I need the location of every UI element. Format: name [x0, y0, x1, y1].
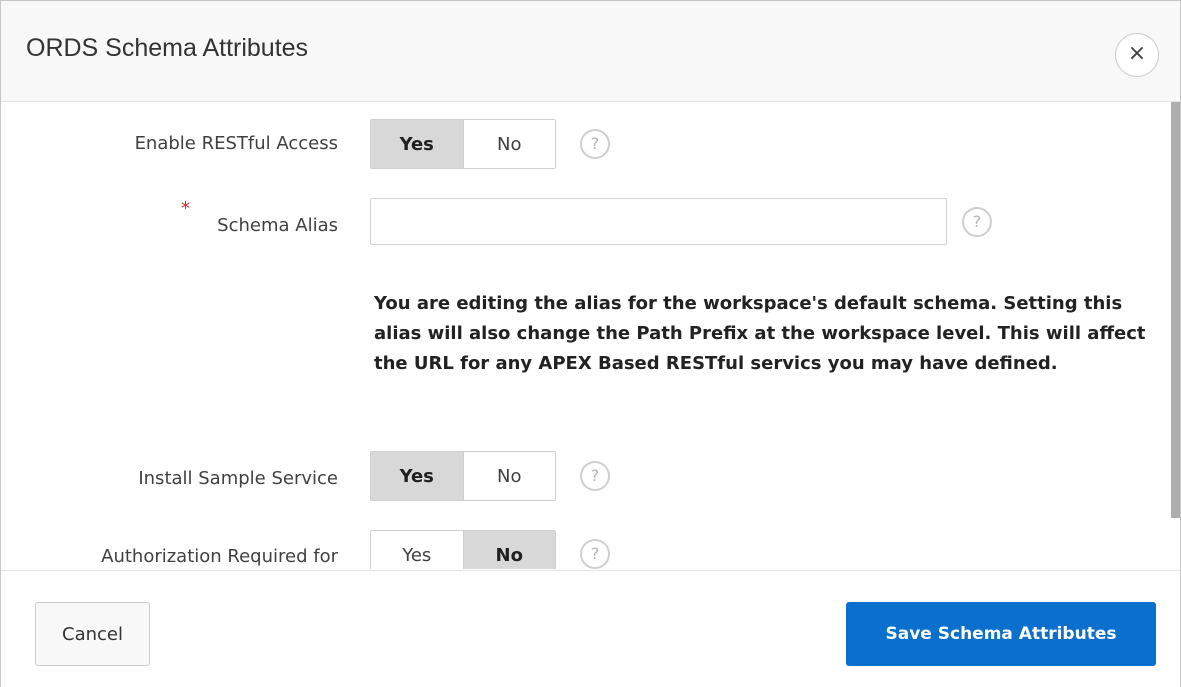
close-icon: ×	[1127, 41, 1147, 66]
enable-restful-access-toggle[interactable]: Yes No	[370, 119, 556, 169]
required-indicator: *	[181, 198, 190, 219]
dialog-footer: Cancel Save Schema Attributes	[1, 570, 1180, 687]
schema-alias-label: Schema Alias	[217, 215, 338, 236]
close-button[interactable]: ×	[1115, 33, 1159, 77]
cancel-button[interactable]: Cancel	[35, 602, 150, 666]
help-icon[interactable]: ?	[962, 207, 992, 237]
help-icon[interactable]: ?	[580, 539, 610, 569]
ords-schema-attributes-dialog: ORDS Schema Attributes × Enable RESTful …	[0, 0, 1181, 687]
help-icon[interactable]: ?	[580, 129, 610, 159]
save-schema-attributes-button[interactable]: Save Schema Attributes	[846, 602, 1156, 666]
install-sample-yes[interactable]: Yes	[371, 452, 464, 500]
dialog-titlebar: ORDS Schema Attributes ×	[1, 1, 1180, 102]
install-sample-service-toggle[interactable]: Yes No	[370, 451, 556, 501]
authorization-required-toggle[interactable]: Yes No	[370, 530, 556, 569]
alias-warning-text: You are editing the alias for the worksp…	[374, 293, 1146, 374]
install-sample-service-label: Install Sample Service	[138, 468, 338, 489]
install-sample-no[interactable]: No	[463, 452, 555, 500]
authorization-required-label: Authorization Required for	[101, 546, 338, 567]
enable-restful-no[interactable]: No	[463, 120, 555, 168]
schema-alias-input[interactable]	[370, 198, 947, 245]
enable-restful-access-label: Enable RESTful Access	[134, 133, 338, 154]
authorization-required-yes[interactable]: Yes	[371, 531, 464, 569]
enable-restful-yes[interactable]: Yes	[371, 120, 464, 168]
authorization-required-no[interactable]: No	[463, 531, 555, 569]
dialog-body: Enable RESTful Access Yes No ? * Schema …	[1, 102, 1180, 569]
dialog-title: ORDS Schema Attributes	[26, 34, 309, 62]
scrollbar[interactable]	[1171, 102, 1180, 518]
help-icon[interactable]: ?	[580, 461, 610, 491]
